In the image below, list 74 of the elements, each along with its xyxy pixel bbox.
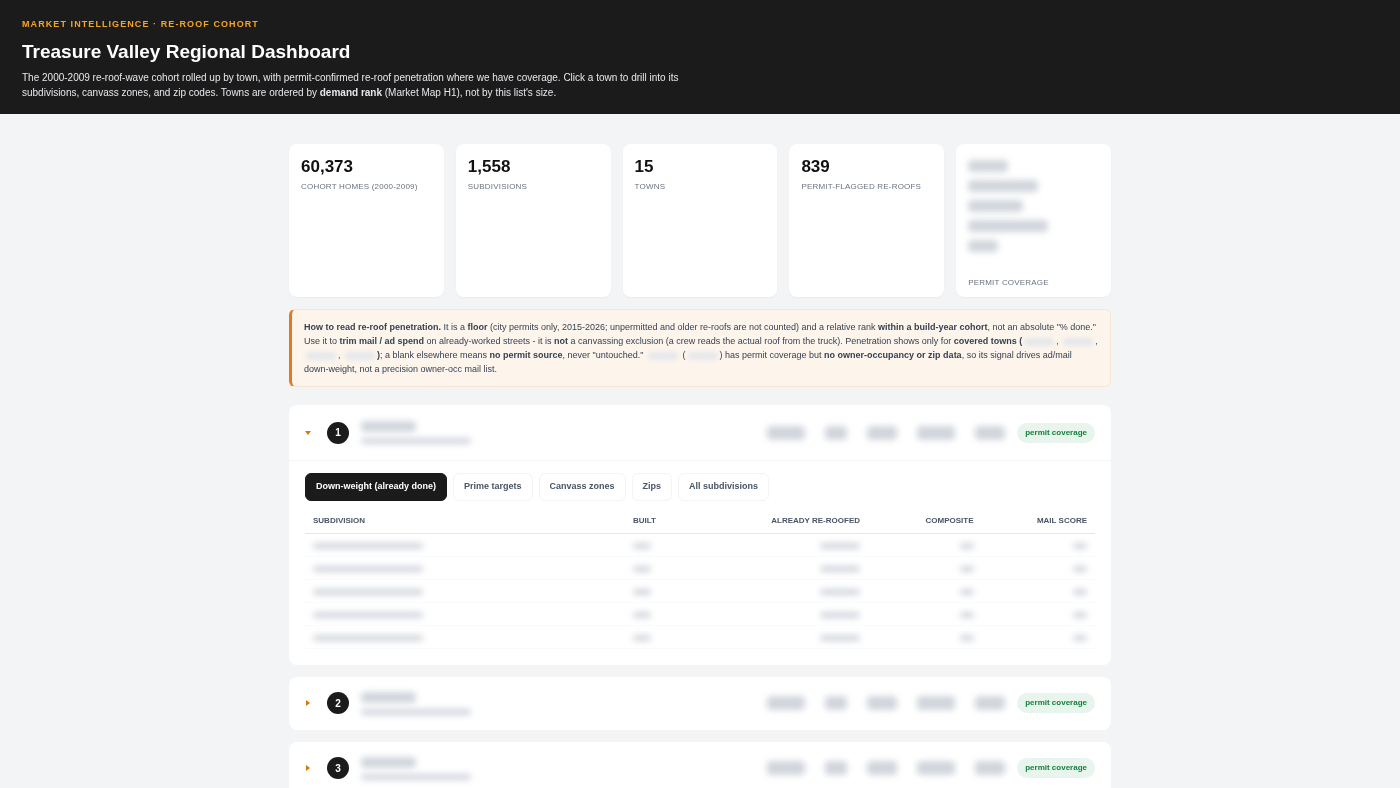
redacted-mask	[825, 425, 848, 440]
stat-label: SUBDIVISIONS	[467, 181, 529, 194]
redacted-mask	[867, 696, 898, 710]
coverage-badge: permit coverage	[1017, 693, 1095, 713]
redacted-mask	[959, 612, 974, 619]
redacted-mask	[968, 160, 1009, 172]
view-tab[interactable]: All subdivisions	[678, 473, 770, 501]
caret-icon[interactable]	[305, 700, 311, 706]
redacted-mask	[633, 611, 651, 618]
column-header: ALREADY RE-ROOFED	[771, 514, 860, 527]
redacted-mask	[959, 566, 974, 573]
view-tab[interactable]: Prime targets	[453, 473, 533, 501]
stat-value: 1,558	[467, 156, 512, 178]
redacted-mask	[361, 691, 416, 703]
page-description: The 2000-2009 re-roof-wave cohort rolled up by town, with permit-confirmed re-roof penetration where we have coverage. Click a town to drill into its subdivisions, canvass zones, and zip codes. Towns are ordered by demand rank (Market Map H1), not by this list's size.	[22, 71, 680, 100]
stat-label: TOWNS	[634, 181, 667, 194]
redacted-mask	[825, 761, 848, 775]
redacted-mask	[633, 588, 651, 595]
redacted-mask	[820, 635, 860, 642]
coverage-badge: permit coverage	[1017, 758, 1095, 778]
column-header: SUBDIVISION	[313, 514, 366, 527]
redacted-mask	[633, 542, 651, 549]
redacted-mask	[975, 696, 1006, 710]
redacted-mask	[959, 543, 974, 550]
callout-text: How to read re-roof penetration. It is a floor (city permits only, 2015-2026; unpermitted and older re-roofs are not counted) and a relative rank within a build-year cohort, not an absolute "% done." Use it to trim mail / ad spend on already-worked streets - it is not a canvassing exclusion (a crew reads the actual roof from the truck). Penetration shows only for covered towns ( , , , ); a blank elsewhere means no permit source, never "untouched." ( ) has permit coverage but no owner-occupancy or zip data, so its signal drives ad/mail down-weight, not a precision owner-occ mail list.	[304, 321, 1098, 376]
redacted-mask	[968, 180, 1039, 192]
eyebrow-label: MARKET INTELLIGENCE · RE-ROOF COHORT	[22, 18, 260, 31]
page-title: Treasure Valley Regional Dashboard	[22, 39, 352, 64]
redacted-mask	[1073, 589, 1087, 596]
view-tab[interactable]: Down-weight (already done)	[305, 473, 447, 501]
view-tab[interactable]: Canvass zones	[538, 473, 626, 501]
redacted-mask	[917, 425, 956, 440]
redacted-mask	[633, 565, 651, 572]
redacted-mask	[968, 200, 1024, 212]
redacted-mask	[361, 756, 416, 768]
redacted-mask	[825, 696, 848, 710]
caret-icon[interactable]	[305, 765, 311, 771]
stat-label: PERMIT-FLAGGED RE-ROOFS	[801, 181, 923, 194]
stat-label: PERMIT COVERAGE	[968, 277, 1050, 289]
redacted-mask	[975, 761, 1006, 775]
redacted-mask	[1073, 543, 1087, 550]
stat-value: 839	[801, 156, 831, 178]
redacted-mask	[1073, 612, 1087, 619]
view-tab[interactable]: Zips	[631, 473, 673, 501]
redacted-mask	[959, 635, 974, 642]
rank-badge: 1	[327, 421, 349, 444]
redacted-mask	[767, 761, 806, 775]
column-header: COMPOSITE	[925, 514, 974, 527]
redacted-mask	[959, 589, 974, 596]
stat-label: COHORT HOMES (2000-2009)	[301, 181, 419, 194]
redacted-mask	[975, 425, 1006, 440]
redacted-mask	[767, 425, 806, 440]
redacted-mask	[968, 240, 999, 252]
redacted-mask	[633, 634, 651, 641]
redacted-mask	[867, 425, 898, 440]
stat-value: 60,373	[301, 156, 354, 178]
redacted-mask	[1073, 566, 1087, 573]
redacted-mask	[917, 696, 956, 710]
redacted-mask	[867, 761, 898, 775]
stat-value: 15	[634, 156, 655, 178]
redacted-mask	[767, 696, 806, 710]
redacted-mask	[820, 566, 860, 573]
redacted-mask	[1073, 635, 1087, 642]
redacted-mask	[917, 761, 956, 775]
redacted-mask	[820, 543, 860, 550]
coverage-badge: permit coverage	[1017, 422, 1095, 443]
rank-badge: 2	[327, 692, 349, 714]
redacted-mask	[820, 612, 860, 619]
redacted-mask	[361, 421, 416, 432]
rank-badge: 3	[327, 757, 349, 779]
caret-icon[interactable]	[305, 429, 311, 436]
column-header: MAIL SCORE	[1036, 514, 1087, 527]
redacted-mask	[820, 589, 860, 596]
column-header: BUILT	[633, 514, 656, 527]
